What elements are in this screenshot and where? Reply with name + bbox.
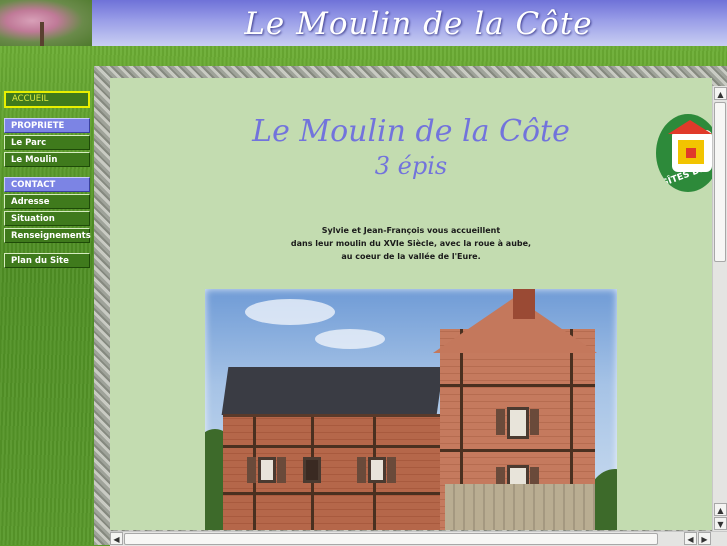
- sidebar-nav: ACCUEIL PROPRIETE Le Parc Le Moulin CONT…: [4, 91, 91, 270]
- nav-plan-du-site[interactable]: Plan du Site: [4, 253, 90, 268]
- shutter: [387, 457, 396, 483]
- scroll-left-icon[interactable]: ◀: [684, 532, 697, 545]
- cloud: [315, 329, 385, 349]
- shutter: [277, 457, 286, 483]
- shutter: [357, 457, 366, 483]
- window: [258, 457, 276, 483]
- window: [368, 457, 386, 483]
- window: [303, 457, 321, 483]
- mill-photo: [205, 289, 617, 530]
- nav-contact[interactable]: CONTACT: [4, 177, 90, 192]
- slate-roof: [221, 367, 444, 415]
- scroll-up-icon[interactable]: ▲: [714, 87, 727, 100]
- main-content: Le Moulin de la Côte 3 épis GÎTES DE F S…: [110, 78, 712, 530]
- scroll-right-icon[interactable]: ▶: [698, 532, 711, 545]
- welcome-text: Sylvie et Jean-François vous accueillent…: [110, 224, 712, 263]
- page-subtitle: 3 épis: [374, 152, 448, 180]
- nav-adresse[interactable]: Adresse: [4, 194, 90, 209]
- shutter: [247, 457, 256, 483]
- page-title: Le Moulin de la Côte: [252, 114, 570, 149]
- nav-situation[interactable]: Situation: [4, 211, 90, 226]
- site-title: Le Moulin de la Côte: [244, 6, 593, 42]
- badge-roof-icon: [668, 120, 712, 134]
- site-header: Le Moulin de la Côte: [0, 0, 727, 46]
- scroll-left-icon[interactable]: ◀: [110, 532, 123, 545]
- gites-de-france-logo[interactable]: GÎTES DE F: [656, 114, 712, 192]
- vertical-scroll-thumb[interactable]: [714, 102, 726, 262]
- welcome-line: au coeur de la vallée de l'Eure.: [341, 252, 481, 261]
- beam: [570, 329, 573, 489]
- window: [507, 407, 529, 439]
- timber-wall: [223, 414, 443, 530]
- nav-le-moulin[interactable]: Le Moulin: [4, 152, 90, 167]
- shutter: [530, 409, 539, 435]
- beam: [223, 445, 443, 448]
- beam: [460, 329, 463, 489]
- chimney: [513, 289, 535, 319]
- nav-propriete[interactable]: PROPRIETE: [4, 118, 90, 133]
- scroll-up-icon[interactable]: ▲: [714, 503, 727, 516]
- scroll-down-icon[interactable]: ▼: [714, 517, 727, 530]
- welcome-line: dans leur moulin du XVIe Siècle, avec la…: [290, 239, 532, 248]
- cloud: [245, 299, 335, 325]
- shutter: [496, 409, 505, 435]
- nav-le-parc[interactable]: Le Parc: [4, 135, 90, 150]
- horizontal-scrollbar[interactable]: ◀ ◀ ▶: [110, 531, 727, 546]
- horizontal-scroll-thumb[interactable]: [124, 533, 658, 545]
- stone-base: [445, 484, 595, 530]
- beam: [223, 492, 443, 495]
- nav-renseignements[interactable]: Renseignements: [4, 228, 91, 243]
- vertical-scrollbar[interactable]: ▲ ▲ ▼: [712, 86, 727, 532]
- welcome-line: Sylvie et Jean-François vous accueillent: [321, 226, 501, 235]
- nav-accueil[interactable]: ACCUEIL: [4, 91, 90, 108]
- badge-door-icon: [686, 148, 696, 158]
